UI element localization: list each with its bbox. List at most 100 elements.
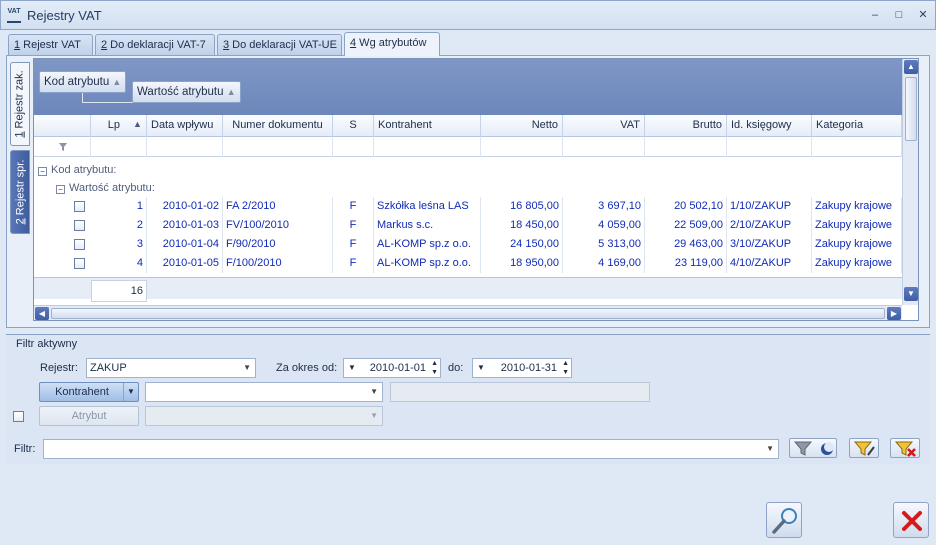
scroll-thumb[interactable]: [905, 77, 917, 141]
moon-icon: [821, 442, 834, 455]
hscroll-thumb[interactable]: [51, 308, 885, 319]
cell-netto: 16 805,00: [481, 197, 563, 216]
minimize-button[interactable]: –: [867, 8, 883, 22]
row-checkbox[interactable]: [74, 220, 85, 231]
cell-vat: 5 313,00: [563, 235, 645, 254]
rejestr-select[interactable]: ZAKUP ▼: [86, 358, 256, 378]
scroll-down-button[interactable]: ▼: [904, 287, 918, 301]
collapse-icon[interactable]: −: [38, 167, 47, 176]
cell-doc: FA 2/2010: [223, 197, 333, 216]
funnel-edit-icon: [854, 441, 875, 456]
cell-doc: FV/100/2010: [223, 216, 333, 235]
header-data-wplywu[interactable]: Data wpływu: [147, 115, 223, 137]
title-bar: VAT Rejestry VAT – □ ✕: [0, 0, 936, 30]
header-brutto[interactable]: Brutto: [645, 115, 727, 137]
atrybut-button[interactable]: Atrybut: [39, 406, 139, 426]
scroll-up-button[interactable]: ▲: [904, 60, 918, 74]
preview-button[interactable]: [766, 502, 802, 538]
header-numer-dokumentu[interactable]: Numer dokumentu: [223, 115, 333, 137]
column-headers: Lp ▲ Data wpływu Numer dokumentu S Kontr…: [34, 115, 902, 137]
filter-cell[interactable]: [374, 137, 481, 157]
tab-deklaracja-vatue[interactable]: 3 Do deklaracji VAT-UE: [217, 34, 342, 55]
tab-deklaracja-vat7[interactable]: 2 Do deklaracji VAT-7: [95, 34, 215, 55]
cell-date: 2010-01-05: [147, 254, 223, 273]
spin-icon[interactable]: ▲ ▼: [562, 359, 569, 377]
date-from-picker[interactable]: ▼ 2010-01-01 ▲ ▼: [343, 358, 441, 378]
atrybut-select: ▼: [145, 406, 383, 426]
group-row-wartosc-atrybutu[interactable]: − Wartość atrybutu:: [56, 179, 155, 197]
header-id-ksiegowy[interactable]: Id. księgowy: [727, 115, 812, 137]
cell-id: 3/10/ZAKUP: [727, 235, 812, 254]
sort-asc-icon: ▲: [133, 119, 142, 129]
atrybut-checkbox[interactable]: [13, 411, 24, 422]
filter-cell[interactable]: [333, 137, 374, 157]
maximize-button[interactable]: □: [891, 8, 907, 22]
cell-category: Zakupy krajowe: [812, 235, 902, 254]
table-row[interactable]: 4 2010-01-05 F/100/2010 F AL-KOMP sp.z o…: [34, 254, 902, 273]
header-vat[interactable]: VAT: [563, 115, 645, 137]
header-kategoria[interactable]: Kategoria: [812, 115, 902, 137]
filter-attributes-button[interactable]: [849, 438, 879, 458]
group-chip-kod-atrybutu[interactable]: Kod atrybutu ▲: [39, 71, 127, 93]
group-row-kod-atrybutu[interactable]: − Kod atrybutu:: [38, 161, 116, 179]
filtr-input[interactable]: ▼: [43, 439, 779, 459]
scroll-right-button[interactable]: ▶: [887, 307, 901, 320]
tab-wg-atrybutow[interactable]: 4 Wg atrybutów: [344, 32, 440, 56]
filter-cell[interactable]: [563, 137, 645, 157]
cell-lp: 3: [91, 235, 147, 254]
vertical-scrollbar[interactable]: ▲ ▼: [902, 59, 918, 305]
dropdown-arrow-icon: ▼: [243, 363, 251, 372]
data-grid: Kod atrybutu ▲ Wartość atrybutu ▲ Lp ▲ D…: [33, 58, 919, 321]
group-by-panel: Kod atrybutu ▲ Wartość atrybutu ▲: [34, 59, 902, 115]
spin-icon[interactable]: ▲ ▼: [431, 359, 438, 377]
filter-cell[interactable]: [91, 137, 147, 157]
kontrahent-button[interactable]: Kontrahent ▼: [39, 382, 139, 402]
dropdown-arrow-icon[interactable]: ▼: [123, 383, 138, 401]
header-kontrahent[interactable]: Kontrahent: [374, 115, 481, 137]
row-checkbox[interactable]: [74, 201, 85, 212]
filter-cell[interactable]: [223, 137, 333, 157]
close-button[interactable]: ✕: [915, 8, 931, 22]
tab-label: Do deklaracji VAT-UE: [229, 39, 337, 51]
clear-filter-button[interactable]: [890, 438, 920, 458]
scroll-left-button[interactable]: ◀: [35, 307, 49, 320]
side-tab-rejestr-zak[interactable]: 1 Rejestr zak.: [10, 62, 30, 146]
row-checkbox[interactable]: [74, 239, 85, 250]
grid-footer: 16: [34, 277, 902, 302]
kontrahent-select[interactable]: ▼: [145, 382, 383, 402]
apply-filter-button[interactable]: [789, 438, 837, 458]
horizontal-scrollbar[interactable]: ◀ ▶: [34, 305, 902, 320]
header-s[interactable]: S: [333, 115, 374, 137]
cell-doc: F/90/2010: [223, 235, 333, 254]
table-row[interactable]: 3 2010-01-04 F/90/2010 F AL-KOMP sp.z o.…: [34, 235, 902, 254]
cell-brutto: 23 119,00: [645, 254, 727, 273]
filter-cell[interactable]: [645, 137, 727, 157]
filter-cell[interactable]: [481, 137, 563, 157]
date-to-picker[interactable]: ▼ 2010-01-31 ▲ ▼: [472, 358, 572, 378]
row-count: 16: [91, 280, 147, 302]
table-row[interactable]: 1 2010-01-02 FA 2/2010 F Szkółka leśna L…: [34, 197, 902, 216]
table-row[interactable]: 2 2010-01-03 FV/100/2010 F Markus s.c. 1…: [34, 216, 902, 235]
dropdown-arrow-icon: ▼: [477, 363, 485, 372]
filter-cell[interactable]: [727, 137, 812, 157]
magnifier-icon: [772, 508, 797, 534]
group-connector: [82, 93, 134, 103]
cell-date: 2010-01-02: [147, 197, 223, 216]
side-tab-hotkey: 1: [14, 131, 27, 138]
filter-cell[interactable]: [147, 137, 223, 157]
kontrahent-button-label: Kontrahent: [55, 386, 109, 398]
chip-label: Kod atrybutu: [44, 76, 110, 88]
cell-id: 1/10/ZAKUP: [727, 197, 812, 216]
header-netto[interactable]: Netto: [481, 115, 563, 137]
rejestr-value: ZAKUP: [90, 362, 127, 374]
tab-rejestr-vat[interactable]: 1 Rejestr VAT: [8, 34, 93, 55]
row-checkbox[interactable]: [74, 258, 85, 269]
filter-cell[interactable]: [812, 137, 902, 157]
cell-netto: 24 150,00: [481, 235, 563, 254]
cancel-button[interactable]: [893, 502, 929, 538]
collapse-icon[interactable]: −: [56, 185, 65, 194]
filter-row-button[interactable]: [34, 137, 91, 157]
side-tab-rejestr-spr[interactable]: 2 Rejestr spr.: [10, 150, 30, 234]
group-chip-wartosc-atrybutu[interactable]: Wartość atrybutu ▲: [132, 81, 241, 103]
tab-label: Rejestr VAT: [20, 39, 81, 51]
